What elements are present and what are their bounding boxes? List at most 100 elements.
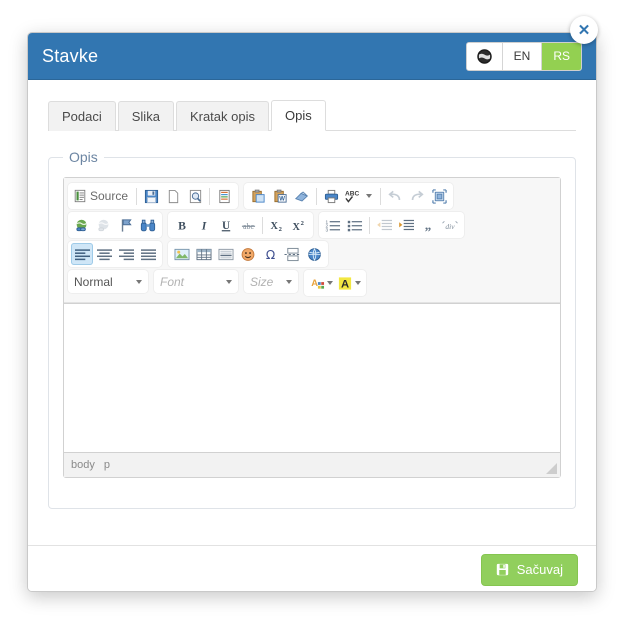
svg-text:A: A xyxy=(311,277,318,287)
chevron-down-icon xyxy=(366,194,373,198)
resize-grip[interactable] xyxy=(546,463,557,474)
link-button[interactable] xyxy=(71,214,93,236)
paragraph-format-value: Normal xyxy=(74,274,113,289)
italic-button[interactable]: I xyxy=(193,214,215,236)
blockquote-button[interactable]: „ xyxy=(417,214,439,236)
maximize-icon xyxy=(431,188,447,204)
svg-text:W: W xyxy=(279,196,285,202)
paste-button[interactable] xyxy=(247,185,269,207)
toolbar-row-4: Normal Font Size A A xyxy=(68,270,556,296)
preview-button[interactable] xyxy=(184,185,206,207)
source-button[interactable]: Source xyxy=(71,185,133,207)
text-color-button[interactable]: A xyxy=(307,272,335,294)
unlink-button[interactable] xyxy=(93,214,115,236)
font-size-select[interactable]: Size xyxy=(244,270,298,293)
preview-icon xyxy=(189,189,201,203)
bold-button[interactable]: B xyxy=(171,214,193,236)
editor-content-area[interactable] xyxy=(64,303,560,452)
tab-opis[interactable]: Opis xyxy=(270,100,326,131)
paragraph-format-select[interactable]: Normal xyxy=(68,270,148,293)
toolbar-group-colors: A A xyxy=(304,270,366,296)
strikethrough-button[interactable]: abc xyxy=(237,214,259,236)
print-button[interactable] xyxy=(320,185,342,207)
table-button[interactable] xyxy=(193,243,215,265)
templates-button[interactable] xyxy=(213,185,235,207)
horizontal-rule-icon xyxy=(218,248,234,260)
maximize-button[interactable] xyxy=(428,185,450,207)
outdent-button[interactable] xyxy=(373,214,395,236)
superscript-button[interactable]: X 2 xyxy=(288,214,310,236)
bulleted-list-button[interactable] xyxy=(344,214,366,236)
align-left-button[interactable] xyxy=(71,243,93,265)
subscript-button[interactable]: X 2 xyxy=(266,214,288,236)
paste-as-plain-text-button[interactable] xyxy=(291,185,313,207)
printer-icon xyxy=(324,189,338,203)
globe-icon[interactable] xyxy=(466,42,503,70)
save-button[interactable]: Sačuvaj xyxy=(480,553,578,586)
undo-button[interactable] xyxy=(384,185,406,207)
svg-text:B: B xyxy=(178,219,186,232)
page-break-icon xyxy=(284,247,300,261)
paste-word-icon: W xyxy=(273,189,287,202)
background-color-icon: A xyxy=(338,276,352,290)
toolbar-separator xyxy=(209,187,211,205)
source-icon xyxy=(74,189,86,203)
page-break-button[interactable] xyxy=(281,243,303,265)
superscript-icon: X 2 xyxy=(292,219,303,232)
new-page-button[interactable] xyxy=(162,185,184,207)
editor-save-button[interactable] xyxy=(140,185,162,207)
close-button[interactable]: ✕ xyxy=(570,16,598,44)
indent-button[interactable] xyxy=(395,214,417,236)
align-justify-button[interactable] xyxy=(137,243,159,265)
create-div-button[interactable]: div xyxy=(439,214,461,236)
underline-button[interactable]: U xyxy=(215,214,237,236)
tab-slika[interactable]: Slika xyxy=(117,101,174,131)
language-switcher[interactable]: EN RS xyxy=(465,41,582,71)
align-left-icon xyxy=(74,248,90,260)
italic-icon: I xyxy=(201,219,207,232)
lang-option-rs[interactable]: RS xyxy=(542,42,581,70)
special-character-button[interactable]: Ω xyxy=(259,243,281,265)
text-color-icon: A xyxy=(311,277,325,289)
numbered-list-button[interactable]: 1 2 3 xyxy=(322,214,344,236)
paste-icon xyxy=(251,189,265,203)
svg-text:„: „ xyxy=(425,218,432,232)
binoculars-icon xyxy=(140,219,156,231)
templates-icon xyxy=(218,189,230,203)
rich-text-editor: Source W ABC B I U abc X 2 X 2 1 2 3 „ d… xyxy=(63,177,561,478)
elements-path-p[interactable]: p xyxy=(104,459,110,471)
unlink-icon xyxy=(97,219,109,231)
align-right-icon xyxy=(118,248,134,260)
chevron-down-icon xyxy=(136,279,142,284)
align-justify-icon xyxy=(140,248,156,260)
toolbar-row-3: Ω xyxy=(68,241,556,267)
horizontal-rule-button[interactable] xyxy=(215,243,237,265)
align-right-button[interactable] xyxy=(115,243,137,265)
anchor-button[interactable] xyxy=(115,214,137,236)
chevron-down-icon xyxy=(355,281,361,285)
paste-from-word-button[interactable]: W xyxy=(269,185,291,207)
find-button[interactable] xyxy=(137,214,159,236)
toolbar-group-clipboard: W ABC xyxy=(244,183,454,209)
elements-path-body[interactable]: body xyxy=(71,459,95,471)
redo-icon xyxy=(411,190,424,200)
lang-option-en[interactable]: EN xyxy=(502,42,543,70)
tab-kratak-opis[interactable]: Kratak opis xyxy=(175,101,269,131)
toolbar-separator xyxy=(262,216,263,234)
background-color-button[interactable]: A xyxy=(335,272,363,294)
spellcheck-button[interactable]: ABC xyxy=(342,185,377,207)
toolbar-group-links xyxy=(68,212,162,238)
redo-button[interactable] xyxy=(406,185,428,207)
chevron-down-icon xyxy=(327,281,333,285)
font-family-select[interactable]: Font xyxy=(154,270,238,293)
blockquote-icon: „ xyxy=(425,218,432,232)
bold-icon: B xyxy=(178,219,186,232)
image-button[interactable] xyxy=(171,243,193,265)
iframe-button[interactable] xyxy=(303,243,325,265)
tab-podaci[interactable]: Podaci xyxy=(48,101,116,131)
align-center-icon xyxy=(96,248,112,260)
align-center-button[interactable] xyxy=(93,243,115,265)
div-container-icon: div xyxy=(442,220,458,230)
smiley-button[interactable] xyxy=(237,243,259,265)
modal-header: Stavke EN RS xyxy=(28,33,596,80)
